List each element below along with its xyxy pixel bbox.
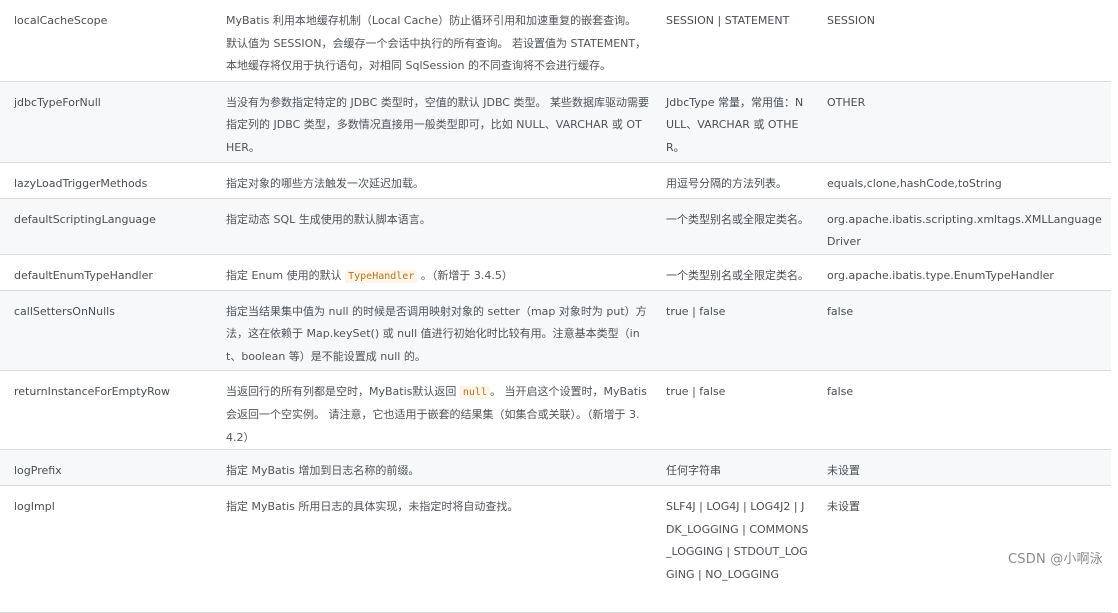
setting-valid-values: true | false (652, 370, 813, 450)
setting-name-text: logPrefix (14, 464, 62, 477)
setting-valid-values-text: SESSION | STATEMENT (666, 14, 790, 27)
setting-name-text: jdbcTypeForNull (14, 95, 101, 109)
setting-name-text: defaultScriptingLanguage (14, 212, 156, 226)
setting-default-text: OTHER (827, 95, 866, 109)
table-row: logPrefix 指定 MyBatis 增加到日志名称的前缀。 任何字符串 未… (0, 449, 1111, 486)
setting-valid-values-text: 用逗号分隔的方法列表。 (666, 176, 787, 190)
table-row: lazyLoadTriggerMethods 指定对象的哪些方法触发一次延迟加载… (0, 162, 1111, 199)
setting-description-before: 当返回行的所有列都是空时，MyBatis默认返回 (226, 384, 460, 398)
setting-description: 指定动态 SQL 生成使用的默认脚本语言。 (212, 198, 652, 255)
setting-description: 当没有为参数指定特定的 JDBC 类型时，空值的默认 JDBC 类型。 某些数据… (212, 81, 652, 163)
inline-code: TypeHandler (345, 269, 418, 283)
setting-default: SESSION (813, 0, 1111, 82)
setting-description: 指定 MyBatis 所用日志的具体实现，未指定时将自动查找。 (212, 485, 652, 613)
setting-description: 指定 MyBatis 增加到日志名称的前缀。 (212, 449, 652, 486)
setting-default-text: false (827, 384, 854, 398)
table-row: callSettersOnNulls 指定当结果集中值为 null 的时候是否调… (0, 290, 1111, 371)
setting-valid-values-text: true | false (666, 304, 726, 318)
setting-description: MyBatis 利用本地缓存机制（Local Cache）防止循环引用和加速重复… (212, 0, 652, 82)
setting-description-text: 指定动态 SQL 生成使用的默认脚本语言。 (226, 212, 431, 226)
setting-valid-values: JdbcType 常量，常用值：NULL、VARCHAR 或 OTHER。 (652, 81, 813, 163)
setting-valid-values-text: JdbcType 常量，常用值：NULL、VARCHAR 或 OTHER。 (666, 95, 804, 154)
setting-valid-values-text: 任何字符串 (666, 464, 721, 477)
setting-default-text: 未设置 (827, 500, 860, 513)
setting-description-text: 当没有为参数指定特定的 JDBC 类型时，空值的默认 JDBC 类型。 某些数据… (226, 95, 649, 154)
setting-valid-values: 任何字符串 (652, 449, 813, 486)
setting-default: false (813, 370, 1111, 450)
table-row: defaultScriptingLanguage 指定动态 SQL 生成使用的默… (0, 198, 1111, 255)
setting-description-text: 指定 MyBatis 增加到日志名称的前缀。 (226, 464, 420, 477)
setting-name-text: defaultEnumTypeHandler (14, 268, 153, 282)
setting-description: 指定 Enum 使用的默认 TypeHandler 。（新增于 3.4.5） (212, 254, 652, 291)
table-row: localCacheScope MyBatis 利用本地缓存机制（Local C… (0, 0, 1111, 82)
setting-valid-values: 一个类型别名或全限定类名。 (652, 198, 813, 255)
setting-description: 当返回行的所有列都是空时，MyBatis默认返回 null。 当开启这个设置时，… (212, 370, 652, 450)
setting-default: false (813, 290, 1111, 371)
setting-name: callSettersOnNulls (0, 290, 212, 371)
setting-default: org.apache.ibatis.type.EnumTypeHandler (813, 254, 1111, 291)
setting-default-text: 未设置 (827, 464, 860, 477)
setting-name: logPrefix (0, 449, 212, 486)
table-row: returnInstanceForEmptyRow 当返回行的所有列都是空时，M… (0, 370, 1111, 450)
setting-name: logImpl (0, 485, 212, 613)
setting-valid-values-text: true | false (666, 384, 726, 398)
setting-valid-values: 用逗号分隔的方法列表。 (652, 162, 813, 199)
table-row: defaultEnumTypeHandler 指定 Enum 使用的默认 Typ… (0, 254, 1111, 291)
setting-name: lazyLoadTriggerMethods (0, 162, 212, 199)
setting-description: 指定当结果集中值为 null 的时候是否调用映射对象的 setter（map 对… (212, 290, 652, 371)
settings-table: localCacheScope MyBatis 利用本地缓存机制（Local C… (0, 0, 1111, 613)
setting-description-text: 指定当结果集中值为 null 的时候是否调用映射对象的 setter（map 对… (226, 304, 647, 363)
setting-description-text: 指定对象的哪些方法触发一次延迟加载。 (226, 176, 424, 190)
setting-default-text: equals,clone,hashCode,toString (827, 176, 1002, 190)
setting-valid-values: SLF4J | LOG4J | LOG4J2 | JDK_LOGGING | C… (652, 485, 813, 613)
setting-description-text: 指定 MyBatis 所用日志的具体实现，未指定时将自动查找。 (226, 500, 519, 513)
setting-description-before: 指定 Enum 使用的默认 (226, 268, 346, 282)
setting-valid-values-text: SLF4J | LOG4J | LOG4J2 | JDK_LOGGING | C… (666, 500, 809, 581)
setting-valid-values-text: 一个类型别名或全限定类名。 (666, 212, 809, 226)
setting-name-text: callSettersOnNulls (14, 304, 115, 318)
setting-description-text: MyBatis 利用本地缓存机制（Local Cache）防止循环引用和加速重复… (226, 14, 647, 72)
setting-default: equals,clone,hashCode,toString (813, 162, 1111, 199)
setting-valid-values-text: 一个类型别名或全限定类名。 (666, 268, 809, 282)
setting-name-text: logImpl (14, 500, 55, 513)
table-row: logImpl 指定 MyBatis 所用日志的具体实现，未指定时将自动查找。 … (0, 485, 1111, 613)
setting-default-text: org.apache.ibatis.scripting.xmltags.XMLL… (827, 212, 1102, 249)
setting-name: defaultScriptingLanguage (0, 198, 212, 255)
setting-description-after: 。（新增于 3.4.5） (417, 268, 513, 282)
setting-valid-values: SESSION | STATEMENT (652, 0, 813, 82)
inline-code: null (459, 385, 490, 399)
table-row: jdbcTypeForNull 当没有为参数指定特定的 JDBC 类型时，空值的… (0, 81, 1111, 163)
setting-name: defaultEnumTypeHandler (0, 254, 212, 291)
setting-valid-values: 一个类型别名或全限定类名。 (652, 254, 813, 291)
setting-default: 未设置 (813, 449, 1111, 486)
setting-default-text: SESSION (827, 14, 876, 27)
setting-name: returnInstanceForEmptyRow (0, 370, 212, 450)
setting-default: OTHER (813, 81, 1111, 163)
setting-name: localCacheScope (0, 0, 212, 82)
setting-default: org.apache.ibatis.scripting.xmltags.XMLL… (813, 198, 1111, 255)
setting-default-text: false (827, 304, 854, 318)
setting-default-text: org.apache.ibatis.type.EnumTypeHandler (827, 268, 1054, 282)
setting-valid-values: true | false (652, 290, 813, 371)
setting-name: jdbcTypeForNull (0, 81, 212, 163)
setting-name-text: localCacheScope (14, 14, 108, 27)
setting-description: 指定对象的哪些方法触发一次延迟加载。 (212, 162, 652, 199)
setting-name-text: returnInstanceForEmptyRow (14, 384, 170, 398)
setting-name-text: lazyLoadTriggerMethods (14, 176, 148, 190)
csdn-watermark: CSDN @小啊泳 (1008, 552, 1103, 567)
